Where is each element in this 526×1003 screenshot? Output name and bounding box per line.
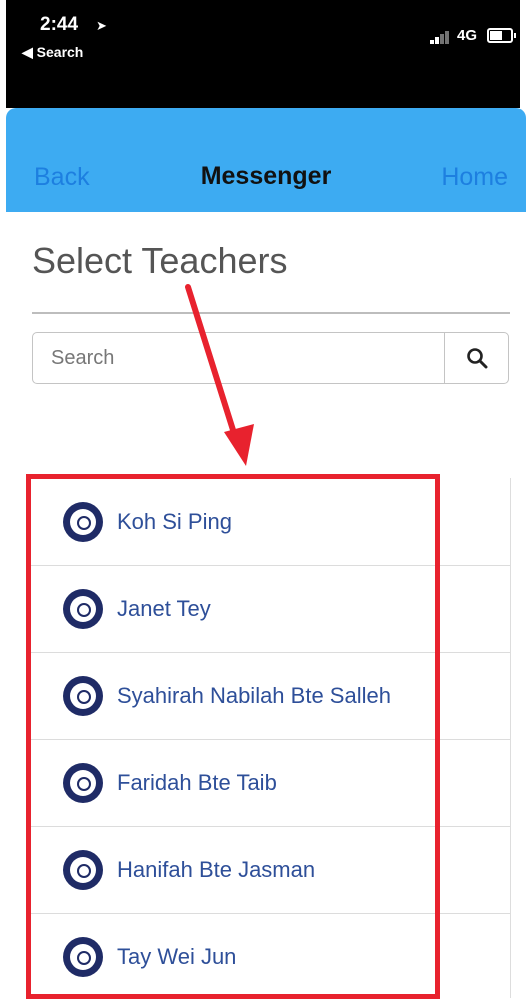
search-input[interactable] — [33, 333, 444, 383]
location-arrow-icon: ➤ — [96, 18, 107, 33]
search-icon — [466, 348, 487, 369]
heading-divider — [32, 312, 510, 314]
signal-icon — [430, 30, 450, 44]
home-button[interactable]: Home — [441, 163, 508, 192]
row-divider — [440, 826, 510, 914]
row-divider — [440, 565, 510, 653]
row-divider — [440, 478, 510, 566]
back-to-search-link[interactable]: ◀ Search — [22, 44, 83, 61]
row-divider — [440, 652, 510, 740]
status-time: 2:44 — [40, 14, 79, 35]
search-bar — [32, 332, 509, 384]
network-type: 4G — [457, 27, 478, 44]
search-button[interactable] — [444, 333, 508, 383]
status-bar: 2:44 ➤ ◀ Search 4G — [6, 0, 520, 108]
battery-icon — [487, 28, 516, 43]
page-title: Select Teachers — [32, 240, 288, 281]
highlight-box-annotation — [26, 474, 440, 999]
nav-bar: Back Messenger Home — [6, 108, 526, 212]
row-divider — [440, 739, 510, 827]
